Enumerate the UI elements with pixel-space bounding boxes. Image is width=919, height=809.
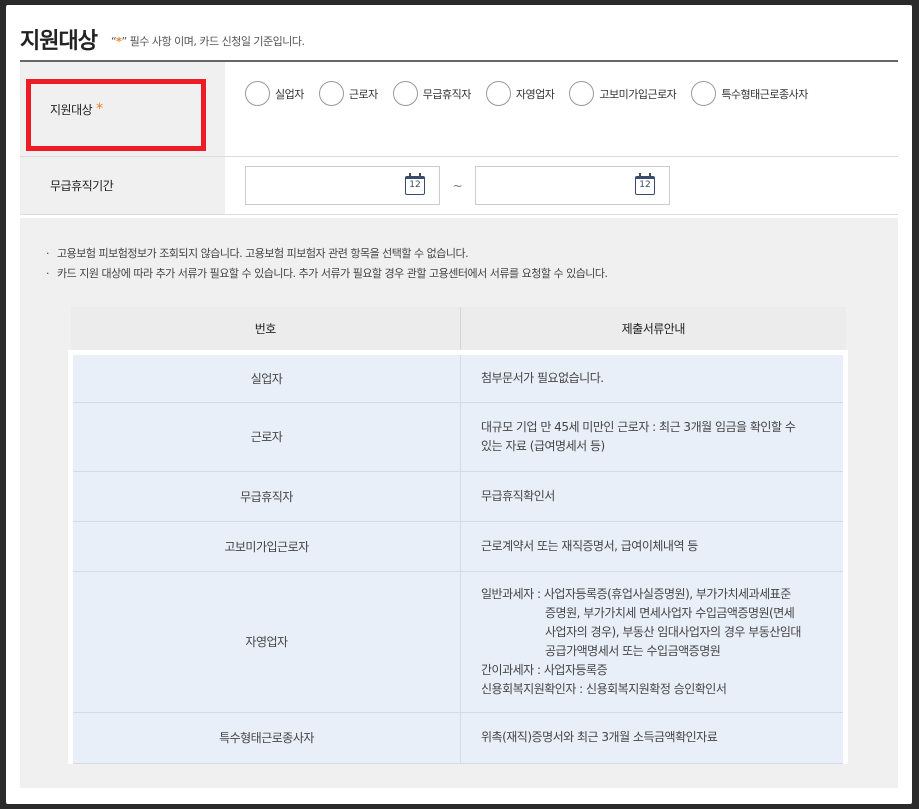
desc-line: 사업자의 경우), 부동산 임대사업자의 경우 부동산임대 <box>545 624 801 639</box>
period-label: 무급휴직기간 <box>50 179 114 193</box>
radio-group: 실업자 근로자 무급휴직자 자영업자 고보미가입근로자 특수형태근로종사자 <box>245 77 825 110</box>
table-row: 실업자 첨부문서가 필요없습니다. <box>68 349 848 403</box>
period-inputs: 12 ~ 12 <box>225 157 898 214</box>
start-date-input[interactable] <box>254 167 404 204</box>
row-name: 자영업자 <box>68 571 461 713</box>
calendar-icon[interactable]: 12 <box>635 173 655 195</box>
note-item: · 카드 지원 대상에 따라 추가 서류가 필요할 수 있습니다. 추가 서류가 … <box>46 264 608 284</box>
date-range: 12 ~ 12 <box>245 166 898 205</box>
table-row: 특수형태근로종사자 위촉(재직)증명서와 최근 3개월 소득금액확인자료 <box>68 712 848 764</box>
desc-line: 간이과세자 : 사업자등록증 <box>481 662 608 677</box>
note-text: 고용보험 피보험정보가 조회되지 않습니다. 고용보험 피보험자 관련 항목을 … <box>57 247 469 260</box>
radio-button[interactable] <box>485 81 511 106</box>
page-title: 지원대상 <box>20 29 98 54</box>
desc-line: 공급가액명세서 또는 수입금액증명원 <box>545 643 721 658</box>
radio-button[interactable] <box>569 81 595 106</box>
table-row: 고보미가입근로자 근로계약서 또는 재직증명서, 급여이체내역 등 <box>68 521 848 572</box>
radio-button[interactable] <box>392 81 418 106</box>
radio-unemployed[interactable]: 실업자 <box>245 77 304 110</box>
row-name: 특수형태근로종사자 <box>68 712 461 764</box>
target-options: 실업자 근로자 무급휴직자 자영업자 고보미가입근로자 특수형태근로종사자 <box>225 62 898 156</box>
row-desc: 첨부문서가 필요없습니다. <box>460 349 848 403</box>
period-label-cell: 무급휴직기간 <box>20 157 225 214</box>
radio-button[interactable] <box>691 81 717 106</box>
required-note: “*” 필수 사항 이며, 카드 신청일 기준입니다. <box>111 33 305 49</box>
desc-line: 있는 자료 (급여명세서 등) <box>481 438 605 453</box>
highlight-box <box>26 79 206 151</box>
row-desc: 일반과세자 : 사업자등록증(휴업사실증명원), 부가가치세과세표준 증명원, … <box>460 571 848 713</box>
radio-label: 무급휴직자 <box>422 87 472 101</box>
radio-label: 자영업자 <box>515 87 555 101</box>
header-documents: 제출서류안내 <box>460 307 846 353</box>
row-name: 무급휴직자 <box>68 471 461 522</box>
desc-line: 근로계약서 또는 재직증명서, 급여이체내역 등 <box>481 538 698 553</box>
table-row: 자영업자 일반과세자 : 사업자등록증(휴업사실증명원), 부가가치세과세표준 … <box>68 571 848 713</box>
desc-line: 첨부문서가 필요없습니다. <box>481 370 604 385</box>
radio-label: 실업자 <box>275 87 304 101</box>
desc-line: 증명원, 부가가치세 면세사업자 수입금액증명원(면세 <box>545 605 795 620</box>
note-suffix: ” 필수 사항 이며, 카드 신청일 기준입니다. <box>121 35 305 48</box>
radio-special-worker[interactable]: 특수형태근로종사자 <box>691 77 808 110</box>
radio-button[interactable] <box>318 81 344 106</box>
row-desc: 위촉(재직)증명서와 최근 3개월 소득금액확인자료 <box>460 712 848 764</box>
radio-self-employed[interactable]: 자영업자 <box>485 77 555 110</box>
table-row: 근로자 대규모 기업 만 45세 미만인 근로자 : 최근 3개월 임금을 확인… <box>68 402 848 472</box>
target-row: 지원대상 * 실업자 근로자 무급휴직자 자영업자 고보미가입근로자 특수형태근… <box>20 62 898 157</box>
row-name: 실업자 <box>68 349 461 403</box>
end-date-input[interactable] <box>484 167 634 204</box>
note-text: 카드 지원 대상에 따라 추가 서류가 필요할 수 있습니다. 추가 서류가 필… <box>57 267 608 280</box>
radio-label: 특수형태근로종사자 <box>721 87 808 101</box>
range-separator: ~ <box>452 178 463 193</box>
row-name: 근로자 <box>68 402 461 472</box>
note-item: · 고용보험 피보험정보가 조회되지 않습니다. 고용보험 피보험자 관련 항목을… <box>46 244 608 264</box>
note-bullet: · <box>46 247 50 260</box>
calendar-icon[interactable]: 12 <box>405 173 425 195</box>
desc-line: 위촉(재직)증명서와 최근 3개월 소득금액확인자료 <box>481 730 718 744</box>
radio-button[interactable] <box>245 81 270 106</box>
header-number: 번호 <box>70 307 461 353</box>
documents-table: 번호 제출서류안내 실업자 첨부문서가 필요없습니다. 근로자 대규모 기업 만… <box>68 307 848 764</box>
start-date-field[interactable]: 12 <box>245 166 440 205</box>
table-header-row: 번호 제출서류안내 <box>70 307 846 353</box>
desc-line: 무급휴직확인서 <box>481 488 555 503</box>
row-desc: 근로계약서 또는 재직증명서, 급여이체내역 등 <box>460 521 848 572</box>
modal-dialog: 지원대상 “*” 필수 사항 이며, 카드 신청일 기준입니다. 지원대상 * … <box>6 5 912 804</box>
row-desc: 대규모 기업 만 45세 미만인 근로자 : 최근 3개월 임금을 확인할 수 … <box>460 402 848 472</box>
radio-uninsured-worker[interactable]: 고보미가입근로자 <box>569 77 677 110</box>
table-row: 무급휴직자 무급휴직확인서 <box>68 471 848 522</box>
row-desc: 무급휴직확인서 <box>460 471 848 522</box>
info-panel: · 고용보험 피보험정보가 조회되지 않습니다. 고용보험 피보험자 관련 항목을… <box>20 218 898 788</box>
form-table: 지원대상 * 실업자 근로자 무급휴직자 자영업자 고보미가입근로자 특수형태근… <box>20 60 898 215</box>
desc-line: 대규모 기업 만 45세 미만인 근로자 : 최근 3개월 임금을 확인할 수 <box>481 419 796 434</box>
period-row: 무급휴직기간 12 ~ 12 <box>20 157 898 215</box>
radio-label: 고보미가입근로자 <box>599 87 677 101</box>
notes-list: · 고용보험 피보험정보가 조회되지 않습니다. 고용보험 피보험자 관련 항목을… <box>46 244 608 284</box>
row-name: 고보미가입근로자 <box>68 521 461 572</box>
note-bullet: · <box>46 267 50 280</box>
radio-label: 근로자 <box>348 87 378 101</box>
radio-worker[interactable]: 근로자 <box>318 77 378 110</box>
title-row: 지원대상 “*” 필수 사항 이며, 카드 신청일 기준입니다. <box>20 15 305 55</box>
end-date-field[interactable]: 12 <box>475 166 670 205</box>
desc-line: 신용회복지원확인자 : 신용회복지원확정 승인확인서 <box>481 681 727 696</box>
target-label-cell: 지원대상 * <box>20 62 225 156</box>
radio-unpaid-leave[interactable]: 무급휴직자 <box>392 77 472 110</box>
desc-line: 일반과세자 : 사업자등록증(휴업사실증명원), 부가가치세과세표준 <box>481 586 791 601</box>
